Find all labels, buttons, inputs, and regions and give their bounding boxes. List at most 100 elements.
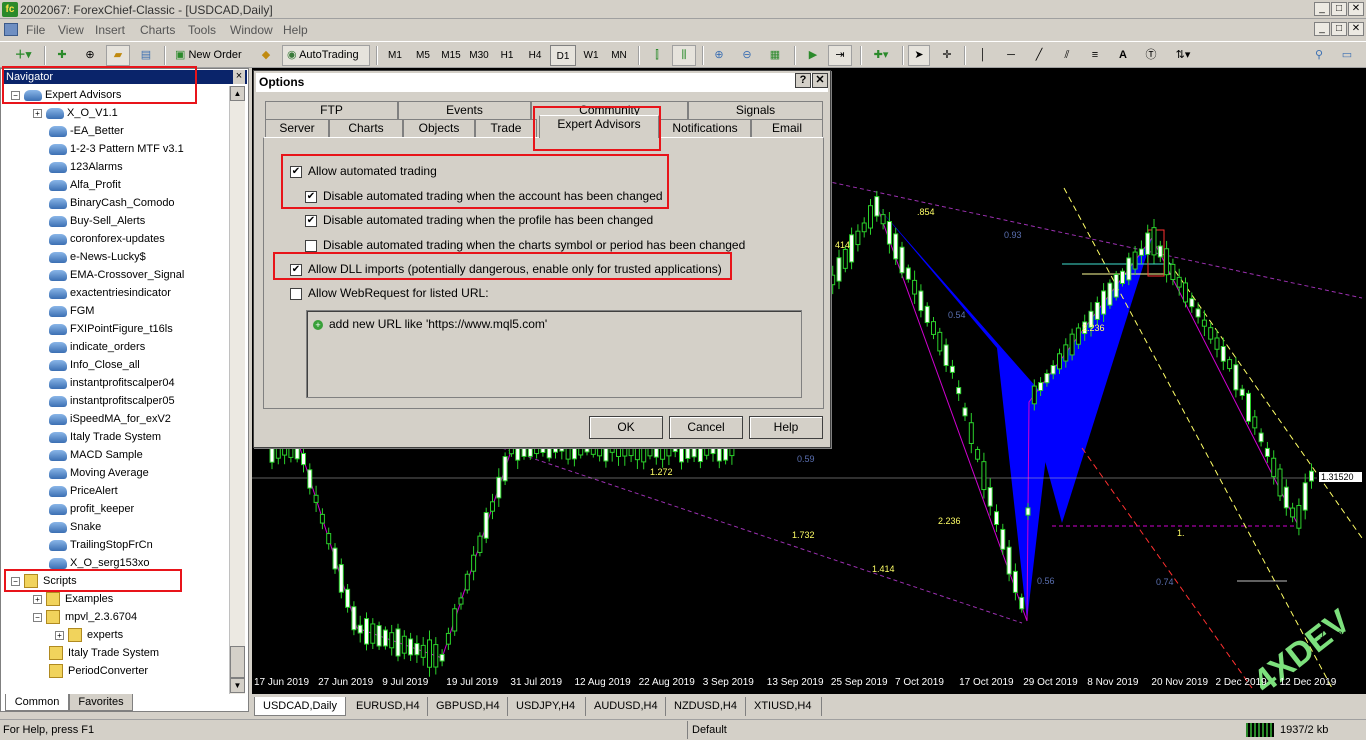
tab-common[interactable]: Common: [5, 694, 69, 711]
tab-email[interactable]: Email: [751, 119, 823, 137]
zoom-out-icon[interactable]: ⊖: [736, 45, 758, 66]
opt-allow-dll-imports[interactable]: ✔ Allow DLL imports (potentially dangerou…: [290, 262, 722, 276]
tf-m1[interactable]: M1: [382, 45, 408, 66]
url-list[interactable]: + add new URL like 'https://www.mql5.com': [306, 310, 802, 398]
menu-file[interactable]: File: [26, 23, 45, 37]
expert-item[interactable]: Moving Average: [49, 464, 149, 482]
opt-disable-symbol-changed[interactable]: Disable automated trading when the chart…: [305, 238, 745, 252]
tile-windows-icon[interactable]: ▦: [764, 45, 786, 66]
expert-item[interactable]: instantprofitscalper04: [49, 374, 175, 392]
arrows-icon[interactable]: ⇅▾: [1168, 45, 1198, 66]
expert-item[interactable]: instantprofitscalper05: [49, 392, 175, 410]
expert-item[interactable]: profit_keeper: [49, 500, 134, 518]
search-icon[interactable]: ⚲: [1308, 45, 1330, 66]
checkbox[interactable]: [305, 239, 317, 252]
menu-help[interactable]: Help: [283, 23, 308, 37]
tab-signals[interactable]: Signals: [688, 101, 823, 119]
help-button[interactable]: Help: [749, 416, 823, 439]
cursor-icon[interactable]: ➤: [908, 45, 930, 66]
dialog-close-icon[interactable]: ✕: [812, 73, 828, 88]
nav-expert-advisors[interactable]: − Expert Advisors: [11, 86, 121, 104]
checkbox[interactable]: [290, 287, 302, 300]
menu-tools[interactable]: Tools: [188, 23, 216, 37]
new-order-button[interactable]: ▣ New Order: [172, 45, 252, 66]
chart-tab-gbpusd[interactable]: GBPUSD,H4: [428, 697, 508, 716]
minimize-button[interactable]: _: [1314, 2, 1330, 16]
tab-ftp[interactable]: FTP: [265, 101, 398, 119]
expert-item[interactable]: Snake: [49, 518, 101, 536]
zoom-in-icon[interactable]: ⊕: [708, 45, 730, 66]
folder-icon[interactable]: ▰: [106, 45, 130, 66]
expert-item[interactable]: PriceAlert: [49, 482, 118, 500]
expert-item[interactable]: Italy Trade System: [49, 428, 161, 446]
chart-shift-icon[interactable]: ⇥: [828, 45, 852, 66]
tf-h4[interactable]: H4: [522, 45, 548, 66]
script-item[interactable]: PeriodConverter: [49, 662, 148, 680]
indicators-icon[interactable]: ✚▾: [866, 45, 896, 66]
terminal-icon[interactable]: ▤: [136, 45, 156, 66]
nav-scripts[interactable]: − Scripts: [11, 572, 77, 590]
expert-item[interactable]: X_O_serg153xo: [49, 554, 150, 572]
chart-tab-eurusd[interactable]: EURUSD,H4: [348, 697, 428, 716]
cancel-button[interactable]: Cancel: [669, 416, 743, 439]
expert-item[interactable]: Info_Close_all: [49, 356, 140, 374]
tf-mn[interactable]: MN: [606, 45, 632, 66]
tab-notifications[interactable]: Notifications: [659, 119, 751, 137]
chart-tab-nzdusd[interactable]: NZDUSD,H4: [666, 697, 746, 716]
scroll-up-icon[interactable]: ▲: [230, 86, 245, 101]
expert-item[interactable]: 123Alarms: [49, 158, 123, 176]
expert-item[interactable]: 1-2-3 Pattern MTF v3.1: [49, 140, 184, 158]
tab-events[interactable]: Events: [398, 101, 531, 119]
fibonacci-icon[interactable]: ≡: [1084, 45, 1106, 66]
chart-tab-usdjpy[interactable]: USDJPY,H4: [508, 697, 586, 716]
crosshair-target-icon[interactable]: ⊕: [80, 45, 100, 66]
menu-charts[interactable]: Charts: [140, 23, 175, 37]
script-folder-experts[interactable]: + experts: [55, 626, 123, 644]
chart-tab-xtiusd[interactable]: XTIUSD,H4: [746, 697, 822, 716]
tf-d1[interactable]: D1: [550, 45, 576, 66]
expert-item[interactable]: coronforex-updates: [49, 230, 165, 248]
vertical-line-icon[interactable]: │: [972, 45, 994, 66]
expert-item[interactable]: indicate_orders: [49, 338, 145, 356]
bar-chart-icon[interactable]: ⫿: [646, 45, 668, 66]
expert-item[interactable]: FGM: [49, 302, 94, 320]
tf-w1[interactable]: W1: [578, 45, 604, 66]
new-chart-icon[interactable]: ＋▾: [8, 45, 38, 66]
autoscroll-icon[interactable]: ▶: [802, 45, 824, 66]
tab-favorites[interactable]: Favorites: [69, 694, 133, 711]
expert-item[interactable]: FXIPointFigure_t16ls: [49, 320, 173, 338]
child-restore-button[interactable]: □: [1331, 22, 1347, 36]
expert-item[interactable]: exactentriesindicator: [49, 284, 171, 302]
expert-item[interactable]: MACD Sample: [49, 446, 143, 464]
menu-view[interactable]: View: [58, 23, 84, 37]
text-icon[interactable]: A: [1112, 45, 1134, 66]
tab-expert-advisors[interactable]: Expert Advisors: [539, 115, 659, 138]
tf-m30[interactable]: M30: [466, 45, 492, 66]
opt-allow-webrequest[interactable]: Allow WebRequest for listed URL:: [290, 286, 489, 300]
child-close-button[interactable]: ✕: [1348, 22, 1364, 36]
expert-item[interactable]: Buy-Sell_Alerts: [49, 212, 145, 230]
opt-allow-automated-trading[interactable]: ✔ Allow automated trading: [290, 164, 437, 178]
maximize-button[interactable]: □: [1331, 2, 1347, 16]
expert-item[interactable]: iSpeedMA_for_exV2: [49, 410, 171, 428]
scroll-thumb[interactable]: [230, 646, 245, 678]
expert-item[interactable]: BinaryCash_Comodo: [49, 194, 175, 212]
tab-trade[interactable]: Trade: [475, 119, 537, 137]
expert-item[interactable]: TrailingStopFrCn: [49, 536, 153, 554]
expert-item[interactable]: Alfa_Profit: [49, 176, 121, 194]
chat-icon[interactable]: ▭: [1336, 45, 1358, 66]
ok-button[interactable]: OK: [589, 416, 663, 439]
autotrading-button[interactable]: ◉ AutoTrading: [282, 45, 370, 66]
tab-charts[interactable]: Charts: [329, 119, 403, 137]
chart-tab-audusd[interactable]: AUDUSD,H4: [586, 697, 666, 716]
expert-item[interactable]: + X_O_V1.1: [33, 104, 118, 122]
trendline-icon[interactable]: ╱: [1028, 45, 1050, 66]
metaeditor-icon[interactable]: ◆: [256, 45, 276, 66]
checkbox[interactable]: ✔: [305, 190, 317, 203]
tf-h1[interactable]: H1: [494, 45, 520, 66]
menu-window[interactable]: Window: [230, 23, 273, 37]
checkbox[interactable]: ✔: [305, 214, 317, 227]
expert-item[interactable]: -EA_Better: [49, 122, 124, 140]
navigator-scrollbar[interactable]: ▲ ▼: [229, 86, 245, 694]
expert-item[interactable]: e-News-Lucky$: [49, 248, 146, 266]
